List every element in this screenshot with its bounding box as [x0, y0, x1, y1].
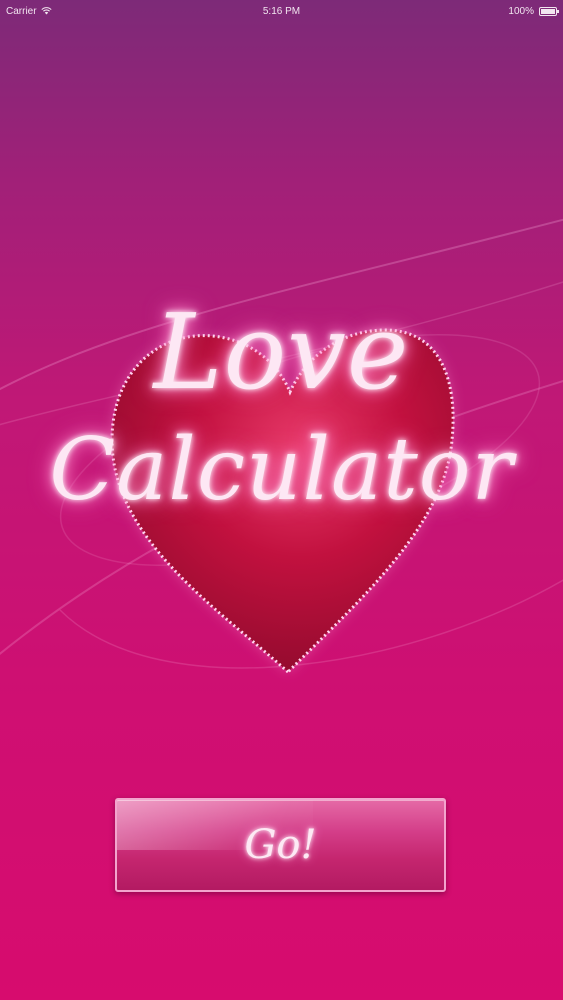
status-time: 5:16 PM — [262, 5, 301, 17]
carrier-label: Carrier — [6, 5, 37, 17]
battery-percent: 100% — [508, 5, 534, 17]
status-right: 100% — [508, 5, 559, 17]
love-calculator-logo: Love Calculator — [0, 270, 563, 690]
logo-title-love: Love — [153, 291, 410, 413]
go-button-label: Go! — [244, 822, 317, 868]
status-bar: Carrier 5:16 PM 100% — [0, 0, 563, 22]
logo-title-calculator: Calculator — [49, 420, 514, 520]
go-button[interactable]: Go! — [115, 798, 446, 892]
wifi-icon — [40, 7, 52, 15]
status-left: Carrier — [6, 6, 52, 17]
battery-icon — [539, 6, 559, 16]
